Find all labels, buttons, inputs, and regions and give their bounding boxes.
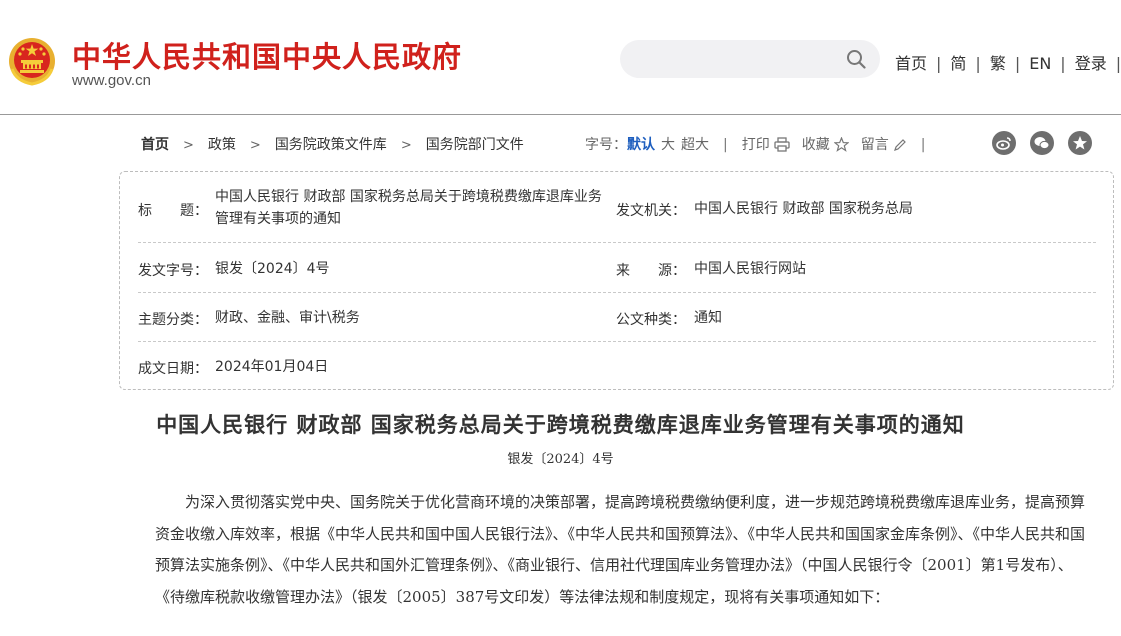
chevron-right-icon: > xyxy=(249,138,261,153)
date-value: 2024年01月04日 xyxy=(215,359,329,375)
top-nav: 首页 | 简 | 繁 | EN | 登录 | xyxy=(895,50,1121,74)
star-icon xyxy=(1073,136,1087,150)
chevron-right-icon: > xyxy=(400,138,412,153)
chevron-right-icon: > xyxy=(183,138,194,153)
issuer-value: 中国人民银行 财政部 国家税务总局 xyxy=(694,201,913,217)
font-size-large[interactable]: 大 xyxy=(661,137,675,153)
divider: | xyxy=(1060,54,1066,73)
title-label: 标 题： xyxy=(138,203,208,219)
doc-no-label: 发文字号： xyxy=(138,263,208,279)
nav-english-link[interactable]: EN xyxy=(1029,54,1051,73)
national-emblem-icon[interactable] xyxy=(8,35,56,87)
search-input[interactable] xyxy=(634,48,838,72)
breadcrumb-policy-library[interactable]: 国务院政策文件库 xyxy=(275,137,387,153)
breadcrumb-home[interactable]: 首页 xyxy=(141,137,169,153)
wechat-share-button[interactable] xyxy=(1030,131,1054,155)
topic-label: 主题分类： xyxy=(138,312,208,328)
topic-value: 财政、金融、审计\税务 xyxy=(215,310,360,326)
doc-no-value: 银发〔2024〕4号 xyxy=(215,261,330,277)
divider: | xyxy=(975,54,981,73)
article-tools: 字号：默认大超大 | 打印 收藏 留言 | xyxy=(585,134,939,154)
divider: | xyxy=(936,54,942,73)
nav-login-link[interactable]: 登录 xyxy=(1075,50,1107,74)
meta-row-docno: 发文字号： 银发〔2024〕4号 来 源： 中国人民银行网站 xyxy=(138,244,1096,294)
divider: | xyxy=(920,137,926,153)
search-box[interactable] xyxy=(620,40,880,78)
meta-row-date: 成文日期： 2024年01月04日 xyxy=(138,343,1096,389)
breadcrumb-policy[interactable]: 政策 xyxy=(208,137,236,153)
weibo-share-button[interactable] xyxy=(992,131,1016,155)
breadcrumb: 首页 > 政策 > 国务院政策文件库 > 国务院部门文件 xyxy=(141,134,524,154)
breadcrumb-department-docs[interactable]: 国务院部门文件 xyxy=(426,137,524,153)
wechat-icon xyxy=(1034,137,1050,150)
nav-traditional-link[interactable]: 繁 xyxy=(990,50,1006,74)
title-value: 中国人民银行 财政部 国家税务总局关于跨境税费缴库退库业务管理有关事项的通知 xyxy=(215,189,602,227)
favorite-button[interactable]: 收藏 xyxy=(802,137,849,153)
source-value: 中国人民银行网站 xyxy=(694,261,806,277)
pencil-icon xyxy=(893,139,906,151)
font-size-xlarge[interactable]: 超大 xyxy=(681,137,709,153)
search-icon[interactable] xyxy=(846,49,866,69)
article-title: 中国人民银行 财政部 国家税务总局关于跨境税费缴库退库业务管理有关事项的通知 xyxy=(156,412,965,437)
divider: | xyxy=(723,137,728,153)
article-doc-no: 银发〔2024〕4号 xyxy=(507,452,614,467)
type-value: 通知 xyxy=(694,310,722,326)
header-divider xyxy=(0,114,1121,115)
site-title[interactable]: 中华人民共和国中央人民政府 xyxy=(72,34,462,76)
type-label: 公文种类： xyxy=(616,312,686,328)
nav-simplified-link[interactable]: 简 xyxy=(950,50,966,74)
nav-home-link[interactable]: 首页 xyxy=(895,50,927,74)
article-paragraph: 为深入贯彻落实党中央、国务院关于优化营商环境的决策部署，提高跨境税费缴纳便利度，… xyxy=(155,493,1086,606)
favorite-label: 收藏 xyxy=(801,137,830,153)
comment-label: 留言 xyxy=(860,137,889,153)
issuer-label: 发文机关： xyxy=(616,203,686,219)
font-size-default[interactable]: 默认 xyxy=(627,137,655,153)
star-icon xyxy=(833,137,849,152)
site-url[interactable]: www.gov.cn xyxy=(72,72,151,89)
source-label: 来 源： xyxy=(616,263,686,279)
printer-icon xyxy=(774,137,790,152)
print-button[interactable]: 打印 xyxy=(742,137,790,153)
favorite-share-button[interactable] xyxy=(1068,131,1092,155)
font-size-label: 字号： xyxy=(585,137,627,153)
date-label: 成文日期： xyxy=(138,361,208,377)
weibo-icon xyxy=(996,137,1011,150)
meta-row-topic: 主题分类： 财政、金融、审计\税务 公文种类： 通知 xyxy=(138,294,1096,343)
site-header: 中华人民共和国中央人民政府 www.gov.cn 首页 | 简 | 繁 | EN | 登录 | xyxy=(0,0,1121,115)
comment-button[interactable]: 留言 xyxy=(861,137,907,153)
print-label: 打印 xyxy=(741,137,770,153)
document-metadata: 标 题： 中国人民银行 财政部 国家税务总局关于跨境税费缴库退库业务管理有关事项… xyxy=(119,171,1114,390)
divider: | xyxy=(1115,54,1121,73)
meta-row-title: 标 题： 中国人民银行 财政部 国家税务总局关于跨境税费缴库退库业务管理有关事项… xyxy=(138,172,1096,244)
divider: | xyxy=(1014,54,1021,73)
